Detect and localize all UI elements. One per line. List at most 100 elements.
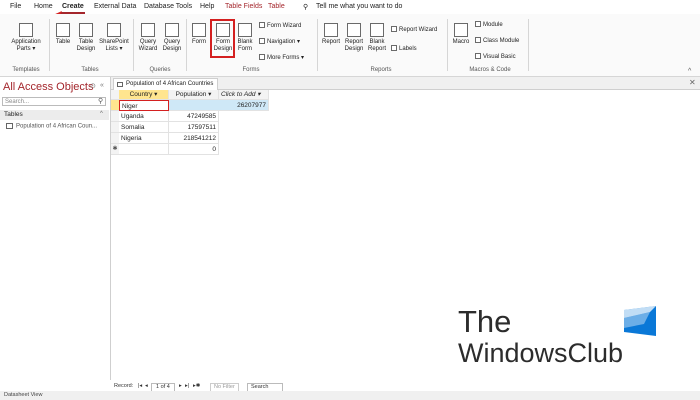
form-wizard-button[interactable]: Form Wizard — [259, 22, 301, 30]
watermark: The WindowsClub — [458, 304, 658, 374]
row-selector[interactable] — [111, 111, 119, 122]
status-bar: Datasheet View — [0, 391, 700, 400]
nav-section-tables[interactable]: Tables — [0, 110, 109, 120]
nav-pane-title[interactable]: All Access Objects — [3, 81, 93, 93]
module-button[interactable]: Module — [475, 21, 503, 29]
report-icon — [324, 23, 338, 37]
previous-record-button[interactable]: ◂ — [145, 382, 148, 391]
nav-menu-icon[interactable]: ⊙ — [90, 82, 96, 90]
navigation-pane: All Access Objects ⊙ « Search... ⚲ Table… — [0, 77, 111, 380]
close-document-icon[interactable]: ✕ — [689, 78, 696, 87]
nav-search-input[interactable]: Search... — [2, 97, 106, 106]
group-label-queries: Queries — [149, 67, 171, 73]
select-all-corner[interactable] — [111, 90, 119, 100]
macro-button[interactable]: Macro — [451, 23, 471, 46]
blank-report-icon — [370, 23, 384, 37]
table-design-icon — [79, 23, 93, 37]
group-label-reports: Reports — [370, 67, 392, 73]
group-label-forms: Forms — [242, 67, 260, 73]
first-record-button[interactable]: |◂ — [138, 382, 142, 391]
blank-form-button[interactable]: Blank Form — [236, 23, 254, 53]
navigation-button[interactable]: Navigation ▾ — [259, 38, 300, 46]
group-separator — [447, 19, 448, 71]
new-country-cell[interactable] — [119, 144, 169, 155]
document-tab[interactable]: Population of 4 African Countries — [113, 78, 219, 90]
labels-icon — [391, 45, 397, 52]
table-design-button[interactable]: Table Design — [75, 23, 97, 53]
windows-logo — [624, 306, 656, 336]
population-cell[interactable]: 47249585 — [169, 111, 219, 122]
report-design-icon — [347, 23, 361, 37]
country-cell[interactable]: Niger — [119, 100, 169, 111]
column-header-country[interactable]: Country ▾ — [119, 90, 169, 100]
population-cell[interactable]: 17597511 — [169, 122, 219, 133]
search-icon: ⚲ — [98, 98, 104, 105]
blank-form-icon — [238, 23, 252, 37]
last-record-button[interactable]: ▸| — [185, 382, 189, 391]
country-cell[interactable]: Nigeria — [119, 133, 169, 144]
column-header-population[interactable]: Population ▾ — [169, 90, 219, 100]
report-button[interactable]: Report — [321, 23, 341, 46]
module-icon — [475, 21, 481, 28]
new-record-marker[interactable]: ✱ — [111, 144, 119, 155]
group-label-templates: Templates — [12, 67, 40, 73]
collapse-ribbon-icon[interactable]: ^ — [688, 68, 691, 75]
record-navigation: Record: |◂ ◂ 1 of 4 ▸ ▸| ▸✱ No Filter Se… — [111, 382, 700, 392]
query-design-button[interactable]: Query Design — [161, 23, 183, 53]
table-icon — [56, 23, 70, 37]
report-design-button[interactable]: Report Design — [343, 23, 365, 53]
form-wizard-icon — [259, 22, 265, 29]
more-forms-button[interactable]: More Forms ▾ — [259, 54, 304, 62]
blank-report-button[interactable]: Blank Report — [367, 23, 387, 53]
group-separator — [317, 19, 318, 71]
visual-basic-icon — [475, 53, 481, 60]
macro-icon — [454, 23, 468, 37]
class-module-icon — [475, 37, 481, 44]
report-wizard-icon — [391, 26, 397, 33]
population-cell[interactable]: 218541212 — [169, 133, 219, 144]
sharepoint-lists-icon — [107, 23, 121, 37]
watermark-line1: The — [458, 304, 512, 339]
form-button[interactable]: Form — [190, 23, 208, 46]
sharepoint-lists-button[interactable]: SharePoint Lists ▾ — [98, 23, 130, 53]
more-forms-icon — [259, 54, 265, 61]
new-record-button[interactable]: ▸✱ — [193, 382, 200, 391]
record-label: Record: — [114, 383, 134, 389]
document-tab-strip: Population of 4 African Countries — [111, 77, 700, 90]
row-selector[interactable] — [111, 100, 119, 111]
population-cell[interactable]: 26207977 — [169, 100, 269, 111]
table-icon — [6, 123, 13, 129]
class-module-button[interactable]: Class Module — [475, 37, 519, 45]
visual-basic-button[interactable]: Visual Basic — [475, 53, 516, 61]
group-separator — [133, 19, 134, 71]
form-icon — [192, 23, 206, 37]
country-cell[interactable]: Uganda — [119, 111, 169, 122]
form-design-highlight — [210, 19, 235, 58]
navigation-icon — [259, 38, 265, 45]
group-separator — [49, 19, 50, 71]
view-status-text: Datasheet View — [4, 392, 43, 398]
table-button[interactable]: Table — [54, 23, 72, 46]
group-label-tables: Tables — [81, 67, 99, 73]
next-record-button[interactable]: ▸ — [179, 382, 182, 391]
report-wizard-button[interactable]: Report Wizard — [391, 26, 437, 34]
query-wizard-icon — [141, 23, 155, 37]
nav-item-population-table[interactable]: Population of 4 African Coun... — [6, 123, 97, 130]
row-selector[interactable] — [111, 122, 119, 133]
group-separator — [186, 19, 187, 71]
group-separator — [528, 19, 529, 71]
new-population-cell[interactable]: 0 — [169, 144, 219, 155]
ribbon: Application Parts ▾ Templates Table Tabl… — [0, 14, 700, 77]
country-cell[interactable]: Somalia — [119, 122, 169, 133]
column-header-click-to-add[interactable]: Click to Add ▾ — [219, 90, 269, 100]
application-parts-icon — [19, 23, 33, 37]
collapse-section-icon[interactable]: ^ — [100, 111, 103, 117]
group-label-macros-code: Macros & Code — [469, 67, 511, 73]
labels-button[interactable]: Labels — [391, 45, 417, 53]
application-parts-button[interactable]: Application Parts ▾ — [10, 23, 42, 53]
row-selector[interactable] — [111, 133, 119, 144]
shutter-bar-icon[interactable]: « — [100, 82, 104, 89]
query-design-icon — [165, 23, 179, 37]
query-wizard-button[interactable]: Query Wizard — [137, 23, 159, 53]
watermark-line2: WindowsClub — [458, 338, 624, 368]
